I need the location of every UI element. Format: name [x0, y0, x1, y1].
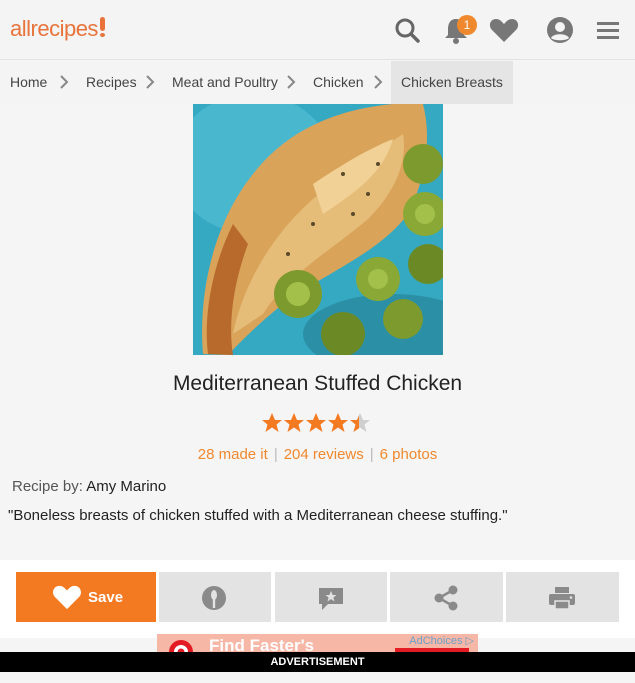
ad-headline: Find Faster's [209, 636, 315, 652]
photos-link[interactable]: 6 photos [380, 446, 438, 463]
rating-stars[interactable] [261, 412, 381, 434]
profile-icon[interactable] [544, 14, 576, 46]
recipe-photo[interactable] [193, 104, 443, 355]
made-it-button[interactable] [159, 572, 271, 622]
reviews-link[interactable]: 204 reviews [284, 446, 364, 463]
breadcrumb-chicken-breasts[interactable]: Chicken Breasts [391, 61, 513, 104]
star-icon [284, 413, 304, 432]
chevron-right-icon [60, 75, 69, 89]
breadcrumb-meat-and-poultry[interactable]: Meat and Poultry [172, 61, 278, 104]
action-bar: Save [0, 560, 635, 638]
recipe-byline: Recipe by: Amy Marino [12, 478, 166, 495]
ad-target-logo-icon [169, 640, 193, 652]
byline-label: Recipe by: [12, 478, 83, 495]
chevron-right-icon [374, 75, 383, 89]
print-icon [549, 587, 575, 610]
adchoices-link[interactable]: AdChoices ▷ [409, 634, 474, 647]
review-icon [319, 588, 343, 610]
recipe-title: Mediterranean Stuffed Chicken [172, 372, 463, 395]
menu-icon[interactable] [592, 14, 624, 46]
breadcrumb-home[interactable]: Home [10, 61, 47, 104]
advertisement-label: ADVERTISEMENT [0, 652, 635, 672]
save-button[interactable]: Save [16, 572, 156, 622]
share-icon [434, 585, 458, 611]
search-icon[interactable] [392, 14, 424, 46]
star-icon [306, 413, 326, 432]
advertisement-banner[interactable]: Find Faster's AdChoices ▷ [157, 634, 478, 652]
review-button[interactable] [275, 572, 387, 622]
heart-icon [53, 585, 81, 610]
star-icon [328, 413, 348, 432]
adchoices-icon: ▷ [465, 635, 474, 647]
share-button[interactable] [390, 572, 503, 622]
breadcrumb-recipes[interactable]: Recipes [86, 61, 137, 104]
breadcrumb: Home Recipes Meat and Poultry Chicken Ch… [0, 61, 635, 104]
made-it-link[interactable]: 28 made it [198, 446, 268, 463]
author-link[interactable]: Amy Marino [86, 478, 166, 495]
breadcrumb-chicken[interactable]: Chicken [313, 61, 364, 104]
print-button[interactable] [506, 572, 619, 622]
chevron-right-icon [287, 75, 296, 89]
half-star-icon [350, 413, 370, 432]
recipe-photo-image [193, 104, 443, 355]
recipe-description: "Boneless breasts of chicken stuffed wit… [8, 507, 508, 524]
heart-icon[interactable] [488, 14, 520, 46]
save-label: Save [88, 589, 124, 606]
allrecipes-logo[interactable]: allrecipes [10, 16, 105, 42]
made-it-icon [202, 586, 226, 610]
recipe-stats: 28 made it | 204 reviews | 6 photos [197, 446, 438, 463]
site-header: allrecipes 1 [0, 0, 635, 60]
star-icon [262, 413, 282, 432]
notification-badge: 1 [457, 15, 477, 35]
chevron-right-icon [146, 75, 155, 89]
